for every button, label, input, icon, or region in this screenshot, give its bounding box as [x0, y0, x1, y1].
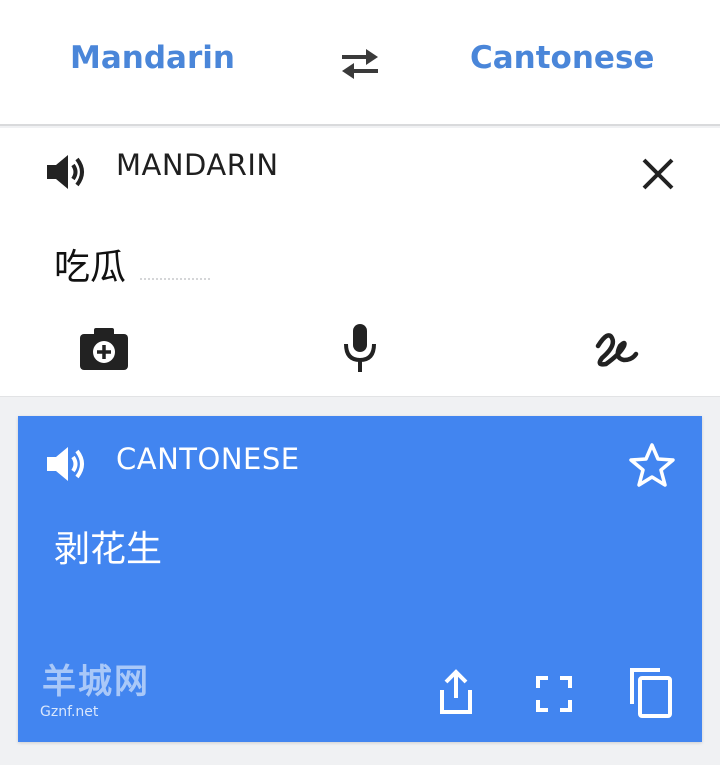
source-language-button[interactable]: Mandarin — [70, 40, 235, 76]
speaker-icon[interactable] — [44, 150, 90, 194]
source-language-label: MANDARIN — [116, 148, 279, 182]
translation-output-card: CANTONESE 剥花生 羊城网 Gznf.net — [18, 416, 702, 742]
target-language-label: CANTONESE — [116, 442, 300, 476]
target-language-button[interactable]: Cantonese — [470, 40, 654, 76]
translation-text: 剥花生 — [54, 529, 163, 570]
source-input-card: MANDARIN 吃瓜 — [0, 128, 720, 397]
input-underline — [140, 278, 210, 280]
copy-icon[interactable] — [626, 666, 674, 718]
share-icon[interactable] — [436, 668, 476, 716]
watermark-site: Gznf.net — [40, 704, 99, 720]
star-icon[interactable] — [628, 442, 676, 488]
fullscreen-icon[interactable] — [534, 674, 574, 714]
camera-icon[interactable] — [78, 326, 130, 372]
watermark-logo: 羊城网 — [42, 662, 150, 702]
source-text-input[interactable]: 吃瓜 — [54, 238, 126, 290]
swap-arrows-icon[interactable] — [336, 44, 384, 84]
microphone-icon[interactable] — [340, 322, 380, 374]
watermark: 羊城网 Gznf.net — [38, 654, 158, 734]
language-selector-bar: Mandarin Cantonese — [0, 0, 720, 126]
speaker-icon[interactable] — [44, 442, 90, 486]
handwriting-icon[interactable] — [590, 324, 644, 374]
close-icon[interactable] — [636, 152, 680, 196]
